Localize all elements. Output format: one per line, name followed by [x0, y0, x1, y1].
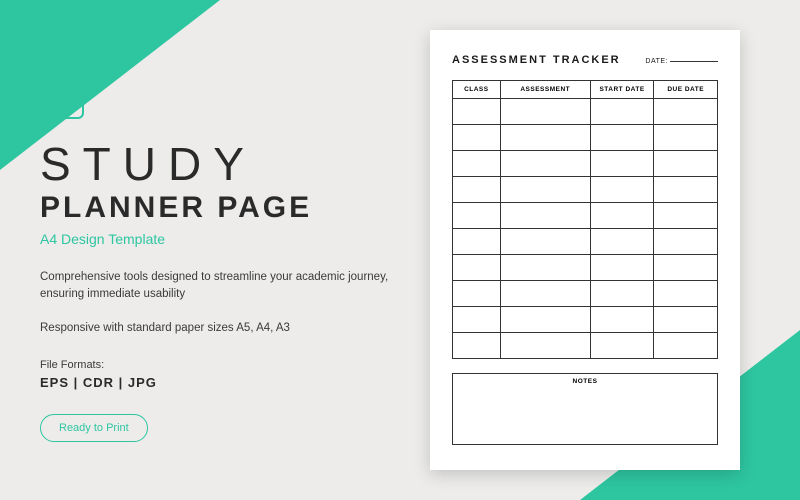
title-line-1: STUDY: [40, 141, 400, 187]
table-row: [453, 99, 718, 125]
formats-label: File Formats:: [40, 359, 400, 371]
description-1: Comprehensive tools designed to streamli…: [40, 269, 400, 304]
info-panel: AI STUDY PLANNER PAGE A4 Design Template…: [40, 75, 400, 442]
notes-label: NOTES: [573, 378, 598, 385]
table-row: [453, 177, 718, 203]
table-row: [453, 203, 718, 229]
planner-page-preview: ASSESSMENT TRACKER DATE: CLASS ASSESSMEN…: [430, 30, 740, 470]
col-class: CLASS: [453, 81, 501, 99]
notes-box: NOTES: [452, 373, 718, 445]
page-header: ASSESSMENT TRACKER DATE:: [452, 54, 718, 66]
table-row: [453, 333, 718, 359]
formats-list: EPS | CDR | JPG: [40, 375, 400, 390]
col-assessment: ASSESSMENT: [500, 81, 590, 99]
subtitle: A4 Design Template: [40, 231, 400, 247]
table-row: [453, 307, 718, 333]
date-line: [670, 61, 718, 62]
table-row: [453, 125, 718, 151]
date-field: DATE:: [645, 58, 718, 65]
title-line-2: PLANNER PAGE: [40, 191, 400, 225]
table-row: [453, 229, 718, 255]
table-row: [453, 151, 718, 177]
tracker-table: CLASS ASSESSMENT START DATE DUE DATE: [452, 80, 718, 359]
page-title: ASSESSMENT TRACKER: [452, 54, 621, 66]
table-row: [453, 255, 718, 281]
date-label: DATE:: [645, 58, 668, 65]
ai-badge-icon: AI: [40, 75, 84, 119]
description-2: Responsive with standard paper sizes A5,…: [40, 320, 400, 337]
table-row: [453, 281, 718, 307]
col-start-date: START DATE: [590, 81, 654, 99]
table-header-row: CLASS ASSESSMENT START DATE DUE DATE: [453, 81, 718, 99]
ready-to-print-badge: Ready to Print: [40, 414, 148, 442]
col-due-date: DUE DATE: [654, 81, 718, 99]
